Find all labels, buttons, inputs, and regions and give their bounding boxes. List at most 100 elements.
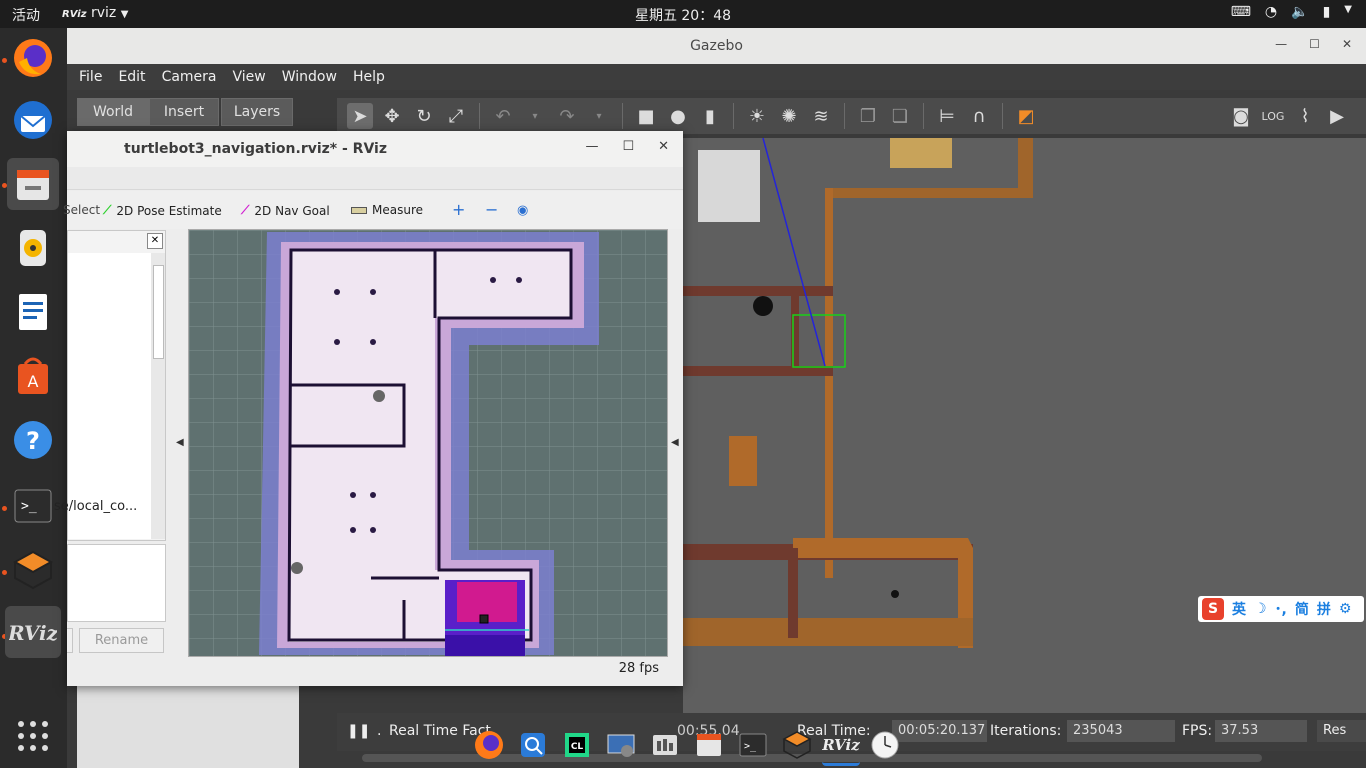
- files-icon[interactable]: [7, 158, 59, 210]
- rviz-icon[interactable]: RViz: [5, 606, 61, 658]
- displays-tree[interactable]: se/local_co...: [54, 253, 151, 539]
- input-method-bar[interactable]: S 英 ☽ ･, 简 拼 ⚙: [1198, 596, 1364, 622]
- record-video-icon[interactable]: ▶: [1324, 103, 1350, 129]
- search-icon[interactable]: [514, 726, 552, 764]
- redo-icon[interactable]: ↷: [554, 103, 580, 129]
- nav-goal-tool[interactable]: ⟋ 2D Nav Goal: [241, 203, 330, 218]
- menu-window[interactable]: Window: [282, 69, 337, 85]
- view-angle-icon[interactable]: ◩: [1013, 103, 1039, 129]
- tab-insert[interactable]: Insert: [149, 98, 219, 126]
- collapse-right-icon[interactable]: ◀: [671, 437, 679, 448]
- clock-app-icon[interactable]: [866, 726, 904, 764]
- maximize-icon[interactable]: ☐: [622, 139, 634, 154]
- maximize-icon[interactable]: ☐: [1309, 37, 1320, 51]
- directional-light-icon[interactable]: ≋: [808, 103, 834, 129]
- software-center-icon[interactable]: A: [7, 350, 59, 402]
- eye-icon[interactable]: ◉: [517, 203, 528, 218]
- help-icon[interactable]: ?: [7, 414, 59, 466]
- select-mode-icon[interactable]: ➤: [347, 103, 373, 129]
- firefox-icon[interactable]: [470, 726, 508, 764]
- rhythmbox-icon[interactable]: [7, 222, 59, 274]
- rviz-3d-view[interactable]: [188, 229, 668, 657]
- pose-estimate-tool[interactable]: ⟋ 2D Pose Estimate: [103, 203, 222, 218]
- displays-scrollbar[interactable]: [151, 253, 165, 539]
- undo-dropdown-icon[interactable]: ▾: [522, 103, 548, 129]
- close-icon[interactable]: ✕: [1342, 37, 1352, 51]
- menu-view[interactable]: View: [233, 69, 266, 85]
- gazebo-icon[interactable]: [778, 726, 816, 764]
- ime-language-toggle[interactable]: 英: [1232, 599, 1246, 619]
- screenshot-app-icon[interactable]: [602, 726, 640, 764]
- cylinder-shape-icon[interactable]: ▮: [697, 103, 723, 129]
- align-icon[interactable]: ⊨: [934, 103, 960, 129]
- menu-help[interactable]: Help: [353, 69, 385, 85]
- gear-icon[interactable]: ⚙: [1339, 601, 1352, 617]
- gazebo-icon[interactable]: [7, 544, 59, 596]
- menu-camera[interactable]: Camera: [162, 69, 217, 85]
- box-shape-icon[interactable]: ■: [633, 103, 659, 129]
- translate-mode-icon[interactable]: ✥: [379, 103, 405, 129]
- add-tool-icon[interactable]: +: [452, 200, 465, 219]
- libreoffice-writer-icon[interactable]: [7, 286, 59, 338]
- gazebo-3d-scene[interactable]: [683, 138, 1366, 733]
- remove-tool-icon[interactable]: −: [485, 200, 498, 219]
- measure-tool[interactable]: Measure: [351, 203, 423, 217]
- scale-mode-icon[interactable]: ⤢: [443, 103, 469, 129]
- remove-button[interactable]: [67, 628, 73, 653]
- copy-icon[interactable]: ❐: [855, 103, 881, 129]
- rotate-mode-icon[interactable]: ↻: [411, 103, 437, 129]
- firefox-icon[interactable]: [7, 32, 59, 84]
- clock[interactable]: 星期五 20：48: [0, 5, 1366, 25]
- pose-estimate-label: 2D Pose Estimate: [116, 203, 222, 218]
- terminal-icon[interactable]: >_: [734, 726, 772, 764]
- ime-pinyin-toggle[interactable]: 拼: [1317, 599, 1331, 619]
- chevron-down-icon[interactable]: ▼: [1344, 4, 1352, 20]
- fps-label: FPS:: [1182, 723, 1213, 739]
- rviz-titlebar[interactable]: turtlebot3_navigation.rviz* - RViz — ☐ ✕: [67, 131, 683, 167]
- paste-icon[interactable]: ❏: [887, 103, 913, 129]
- tab-world[interactable]: World: [77, 98, 149, 126]
- snap-icon[interactable]: ∩: [966, 103, 992, 129]
- ime-simplified-toggle[interactable]: 简: [1295, 599, 1309, 619]
- thunderbird-icon[interactable]: [7, 94, 59, 146]
- show-applications-icon[interactable]: [7, 710, 59, 762]
- sphere-shape-icon[interactable]: ●: [665, 103, 691, 129]
- plot-icon[interactable]: ⌇: [1292, 103, 1318, 129]
- activities-button[interactable]: 活动: [12, 5, 40, 25]
- pause-icon[interactable]: ❚❚: [347, 723, 370, 739]
- display-item[interactable]: se/local_co...: [54, 499, 137, 514]
- tab-layers[interactable]: Layers: [221, 98, 293, 126]
- punctuation-icon[interactable]: ･,: [1275, 599, 1287, 619]
- collapse-left-icon[interactable]: ◀: [176, 437, 184, 448]
- spot-light-icon[interactable]: ✺: [776, 103, 802, 129]
- system-tray[interactable]: ⌨ ◔ 🔈 ▮ ▼: [1231, 4, 1352, 20]
- gazebo-titlebar[interactable]: Gazebo — ☐ ✕: [67, 28, 1366, 64]
- screenshot-icon[interactable]: ◙: [1228, 103, 1254, 129]
- properties-panel[interactable]: [67, 544, 166, 622]
- minimize-icon[interactable]: —: [585, 139, 598, 154]
- select-tool[interactable]: Select: [63, 203, 100, 217]
- rename-button[interactable]: Rename: [79, 628, 164, 653]
- close-panel-icon[interactable]: ✕: [147, 233, 163, 249]
- point-light-icon[interactable]: ☀: [744, 103, 770, 129]
- clion-icon[interactable]: CL: [558, 726, 596, 764]
- keyboard-icon[interactable]: ⌨: [1231, 4, 1251, 20]
- wifi-icon[interactable]: ◔: [1265, 4, 1277, 20]
- moon-icon[interactable]: ☽: [1254, 601, 1267, 617]
- menu-edit[interactable]: Edit: [118, 69, 145, 85]
- battery-icon[interactable]: ▮: [1323, 4, 1331, 20]
- log-icon[interactable]: LOG: [1260, 103, 1286, 129]
- minimize-icon[interactable]: —: [1275, 37, 1287, 51]
- terminal-icon[interactable]: >_: [7, 480, 59, 532]
- scrollbar-thumb[interactable]: [153, 265, 164, 359]
- reset-time-button[interactable]: Res: [1317, 720, 1366, 742]
- undo-icon[interactable]: ↶: [490, 103, 516, 129]
- volume-icon[interactable]: 🔈: [1291, 4, 1308, 20]
- redo-dropdown-icon[interactable]: ▾: [586, 103, 612, 129]
- menu-file[interactable]: File: [79, 69, 102, 85]
- close-icon[interactable]: ✕: [658, 139, 669, 154]
- rviz-icon[interactable]: RViz: [822, 725, 860, 766]
- app-menu[interactable]: RViz rviz ▼: [62, 5, 128, 21]
- files-icon[interactable]: [690, 726, 728, 764]
- system-monitor-icon[interactable]: [646, 726, 684, 764]
